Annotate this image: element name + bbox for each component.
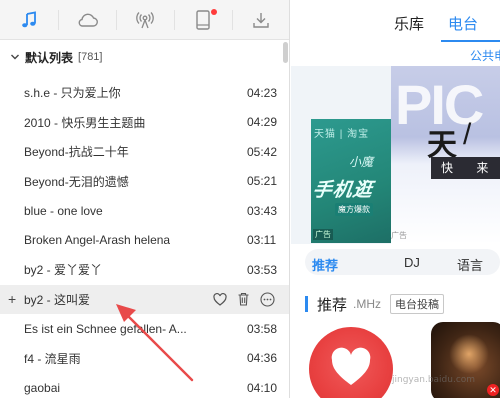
banner-text: 快 来 xyxy=(431,157,500,179)
tab-music[interactable] xyxy=(0,0,58,40)
song-row[interactable]: by2 - 爱丫爱丫 03:53 xyxy=(0,255,289,285)
sub-nav: 公共电 xyxy=(291,42,500,66)
recommend-section-header: 推荐 .MHz 电台投稿 xyxy=(305,294,500,314)
tab-radio[interactable] xyxy=(116,0,174,40)
banner-text: 手机逛 xyxy=(311,180,375,201)
song-duration: 03:53 xyxy=(247,262,278,277)
song-title: by2 - 这叫爱 xyxy=(24,292,91,307)
tab-download[interactable] xyxy=(232,0,289,40)
watermark: jingyan.baidu.com xyxy=(392,375,476,385)
banner-text: / xyxy=(463,118,472,151)
song-title: blue - one love xyxy=(24,203,103,218)
song-title: f4 - 流星雨 xyxy=(24,351,81,366)
song-title: Es ist ein Schnee gefallen- A... xyxy=(24,321,187,336)
heart-icon[interactable] xyxy=(213,292,227,306)
tab-radio-station[interactable]: 电台 xyxy=(448,13,478,34)
playlist-pane: 默认列表 [781] s.h.e - 只为爱上你 04:23 2010 - 快乐… xyxy=(0,0,290,398)
delete-icon[interactable] xyxy=(237,292,250,306)
song-duration: 03:58 xyxy=(247,321,278,336)
playlist-count: [781] xyxy=(78,51,103,63)
song-duration: 04:23 xyxy=(247,85,278,100)
section-title: 推荐 xyxy=(317,296,348,314)
section-accent-bar xyxy=(305,296,308,312)
download-icon xyxy=(253,13,269,28)
tab-device[interactable] xyxy=(174,0,232,40)
category-dj[interactable]: DJ xyxy=(404,255,420,270)
song-title: Beyond-无泪的遗憾 xyxy=(24,174,129,189)
song-title: 2010 - 快乐男生主题曲 xyxy=(24,115,146,130)
banner-text: 魔方爆款 xyxy=(335,203,373,216)
song-duration: 05:21 xyxy=(247,174,278,189)
banner-main-image[interactable]: PIC 天 / 快 来 广告 xyxy=(391,66,500,244)
song-duration: 04:10 xyxy=(247,380,278,395)
song-title: Broken Angel-Arash helena xyxy=(24,233,171,248)
radio-pane: 乐库 电台 公共电 天猫 | 淘宝 小魔 手机逛 魔方爆款 广告 PIC 天 /… xyxy=(291,0,500,398)
ad-label: 广告 xyxy=(391,231,407,240)
notification-dot xyxy=(211,9,217,15)
song-list: s.h.e - 只为爱上你 04:23 2010 - 快乐男生主题曲 04:29… xyxy=(0,78,289,398)
ad-label: 广告 xyxy=(313,229,333,240)
song-duration: 05:42 xyxy=(247,144,278,159)
more-options-icon[interactable] xyxy=(260,292,275,307)
card-artwork xyxy=(449,334,489,374)
phone-device-icon xyxy=(196,10,210,30)
playlist-header[interactable]: 默认列表 [781] xyxy=(0,44,289,70)
music-note-icon xyxy=(22,11,36,28)
playlist-title: 默认列表 xyxy=(25,50,74,65)
radio-card-favorites[interactable] xyxy=(309,327,393,398)
radio-antenna-icon xyxy=(136,12,154,29)
song-row[interactable]: blue - one love 03:43 xyxy=(0,196,289,226)
song-row[interactable]: Broken Angel-Arash helena 03:11 xyxy=(0,226,289,256)
song-row[interactable]: 2010 - 快乐男生主题曲 04:29 xyxy=(0,108,289,138)
add-to-playlist-icon[interactable]: + xyxy=(8,291,16,307)
submit-radio-button[interactable]: 电台投稿 xyxy=(390,294,445,314)
top-nav: 乐库 电台 xyxy=(291,0,500,42)
heart-icon xyxy=(331,347,371,385)
tab-cloud[interactable] xyxy=(58,0,116,40)
cloud-icon xyxy=(78,13,98,27)
song-title: s.h.e - 只为爱上你 xyxy=(24,86,121,101)
banner-text: 天猫 | 淘宝 xyxy=(314,129,370,140)
song-actions xyxy=(213,292,275,307)
song-title: by2 - 爱丫爱丫 xyxy=(24,263,103,278)
song-row-hovered[interactable]: + by2 - 这叫爱 xyxy=(0,284,289,314)
song-duration: 04:29 xyxy=(247,115,278,130)
banner-ad-left[interactable]: 天猫 | 淘宝 小魔 手机逛 魔方爆款 广告 xyxy=(311,119,391,243)
radio-card[interactable]: ✕ xyxy=(431,322,500,398)
close-icon[interactable]: ✕ xyxy=(487,384,499,396)
song-duration: 04:36 xyxy=(247,351,278,366)
song-title: gaobai xyxy=(24,380,61,395)
song-row[interactable]: Beyond-无泪的遗憾 05:21 xyxy=(0,167,289,197)
song-duration: 03:11 xyxy=(247,233,277,248)
song-row[interactable]: gaobai 04:10 xyxy=(0,373,289,398)
song-title: Beyond-抗战二十年 xyxy=(24,145,129,160)
tab-library[interactable]: 乐库 xyxy=(394,13,424,34)
section-subtitle: .MHz xyxy=(353,297,382,311)
category-recommend[interactable]: 推荐 xyxy=(312,255,338,274)
banner-carousel[interactable]: 天猫 | 淘宝 小魔 手机逛 魔方爆款 广告 PIC 天 / 快 来 广告 xyxy=(291,66,500,244)
song-row[interactable]: f4 - 流星雨 04:36 xyxy=(0,344,289,374)
banner-text: 小魔 xyxy=(349,155,374,169)
subnav-public-radio[interactable]: 公共电 xyxy=(470,47,500,64)
song-row[interactable]: Es ist ein Schnee gefallen- A... 03:58 xyxy=(0,314,289,344)
song-row[interactable]: s.h.e - 只为爱上你 04:23 xyxy=(0,78,289,108)
category-language[interactable]: 语言 xyxy=(457,255,483,274)
scrollbar-thumb[interactable] xyxy=(283,42,288,63)
category-tabs: 推荐 DJ 语言 xyxy=(305,249,500,275)
left-tab-bar xyxy=(0,0,289,40)
chevron-down-icon xyxy=(11,54,19,60)
song-row[interactable]: Beyond-抗战二十年 05:42 xyxy=(0,137,289,167)
song-duration: 03:43 xyxy=(247,203,278,218)
